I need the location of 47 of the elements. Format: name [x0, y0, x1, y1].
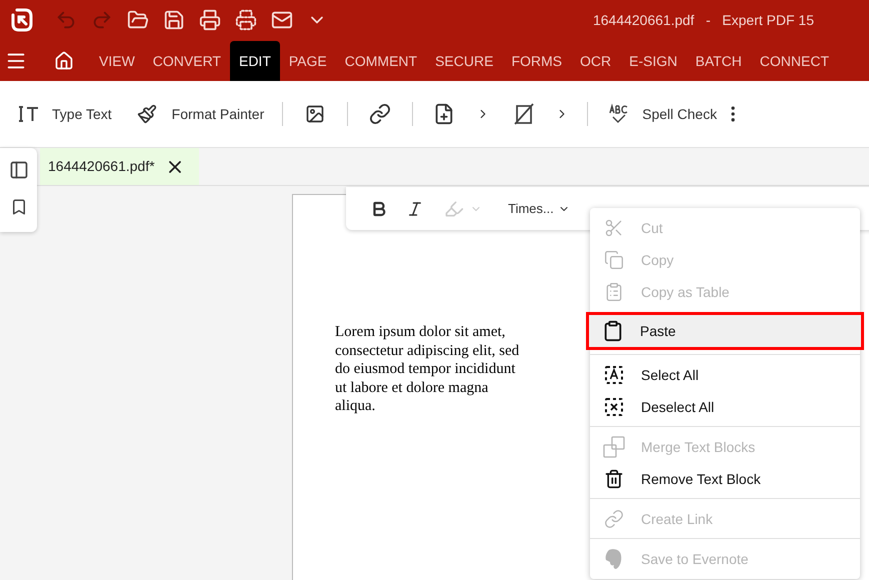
ribbon-tab[interactable]: CONVERT — [144, 41, 230, 81]
print-preview-icon[interactable] — [235, 9, 257, 31]
deselect-all-icon — [604, 397, 624, 417]
italic-icon[interactable] — [406, 200, 424, 218]
link-icon — [604, 509, 624, 529]
document-tab[interactable]: 1644420661.pdf* — [40, 148, 199, 185]
merge-text-icon — [603, 436, 625, 458]
menu-item[interactable]: Deselect All — [590, 391, 860, 423]
table-copy-icon — [604, 282, 624, 302]
font-name[interactable]: Times... — [508, 198, 554, 218]
type-text-button[interactable]: Type Text — [18, 104, 112, 124]
menu-item[interactable]: Remove Text Block — [590, 463, 860, 495]
ribbon-tab[interactable]: SECURE — [426, 41, 502, 81]
text-cursor-icon — [18, 106, 39, 122]
brush-icon — [136, 104, 157, 124]
open-folder-icon[interactable] — [127, 9, 149, 31]
panel-icon[interactable] — [8, 160, 28, 180]
app-logo-icon[interactable] — [11, 8, 33, 32]
save-icon[interactable] — [163, 9, 185, 31]
ribbon-tab[interactable]: E-SIGN — [620, 41, 686, 81]
mail-icon[interactable] — [271, 9, 293, 31]
ribbon-tab[interactable]: EDIT — [230, 41, 280, 81]
ribbon-tab[interactable]: CONNECT — [750, 41, 838, 81]
home-icon[interactable] — [54, 51, 74, 71]
ribbon-tab[interactable]: COMMENT — [336, 41, 426, 81]
window-title: 1644420661.pdf - Expert PDF 15 — [592, 10, 814, 30]
select-all-icon — [604, 365, 624, 385]
crossed-page-icon[interactable] — [513, 103, 536, 125]
page-text: Lorem ipsum dolor sit amet, consectetur adipiscing elit, sed do eiusmod tempor incididunt ut labore et dolore magna aliqua. — [335, 323, 520, 416]
print-icon[interactable] — [199, 9, 221, 31]
format-painter-button[interactable]: Format Painter — [136, 104, 264, 124]
ribbon-tab[interactable]: PAGE — [280, 41, 336, 81]
clipboard-icon — [602, 320, 624, 342]
ribbon-tab[interactable]: BATCH — [686, 41, 751, 81]
scissors-icon — [604, 218, 624, 238]
tab-label: 1644420661.pdf* — [48, 157, 155, 176]
copy-icon — [604, 250, 624, 270]
menu-item[interactable]: Paste — [589, 315, 861, 347]
ribbon-tab[interactable]: FORMS — [502, 41, 571, 81]
spell-check-button[interactable]: Spell Check — [608, 103, 717, 125]
trash-icon — [604, 469, 624, 489]
add-page-icon[interactable] — [433, 103, 456, 125]
ribbon-tab[interactable]: OCR — [571, 41, 620, 81]
image-icon[interactable] — [305, 104, 326, 124]
link-icon[interactable] — [369, 103, 392, 125]
ribbon-tab[interactable]: VIEW — [90, 41, 144, 81]
menu-item[interactable]: Select All — [590, 359, 860, 391]
